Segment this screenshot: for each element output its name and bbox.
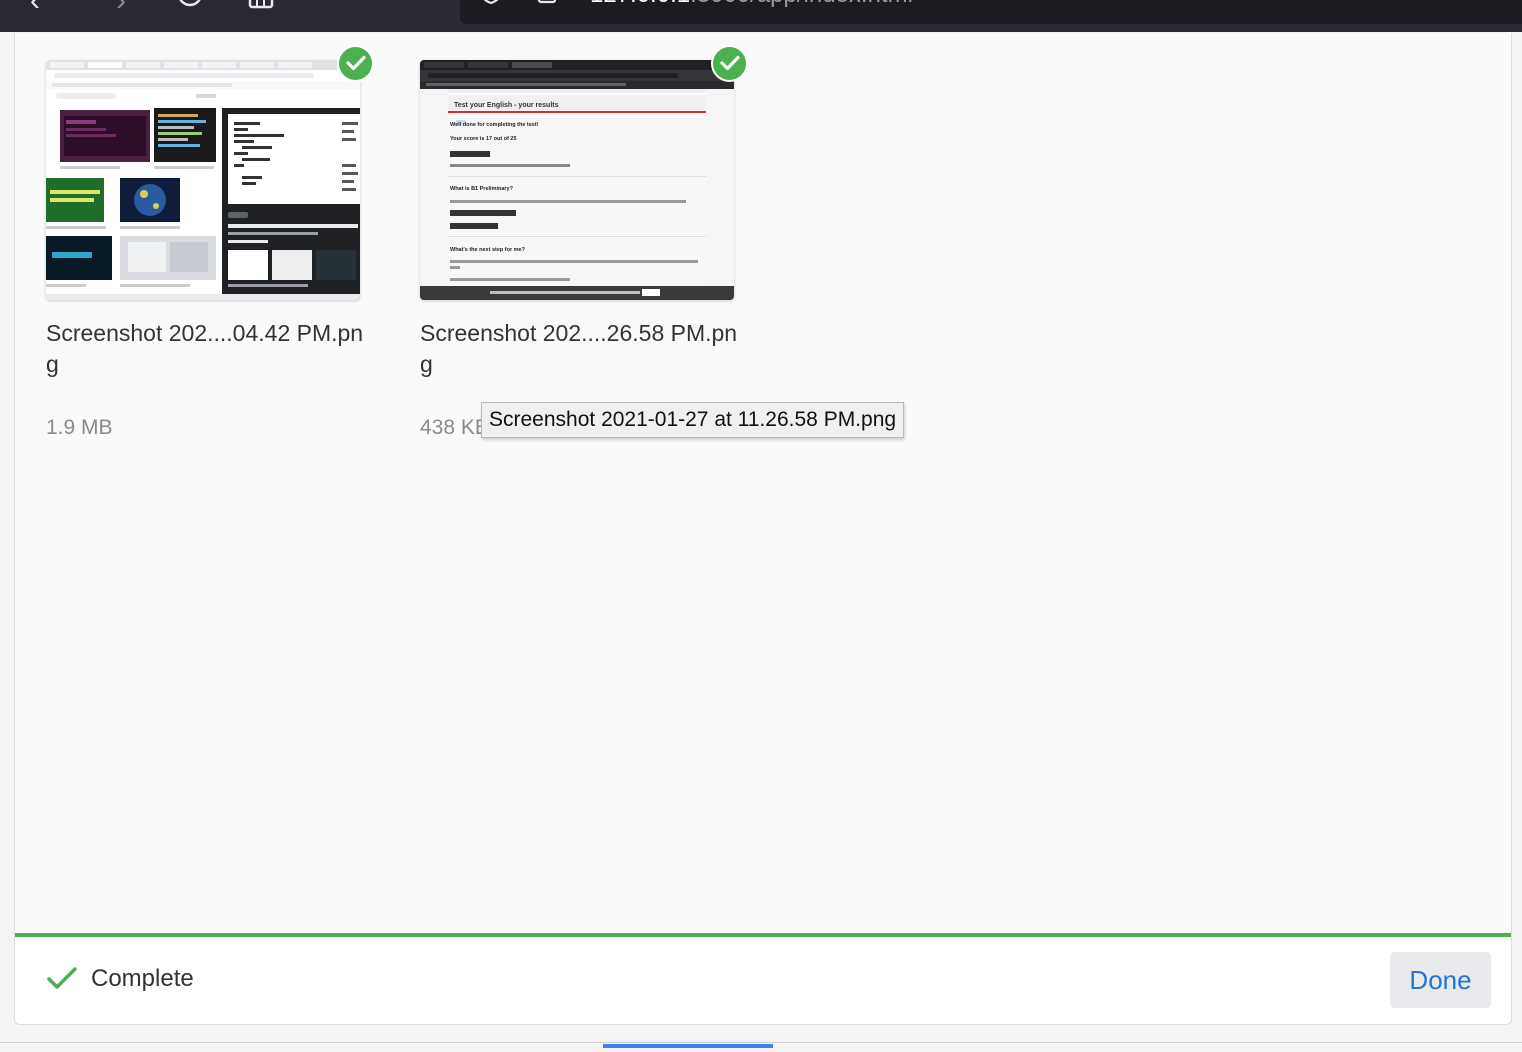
url-path: :3000/app/index.html <box>690 0 913 8</box>
upload-complete-badge <box>337 45 374 82</box>
thumbnail-header: Test your English - your results <box>454 102 559 109</box>
check-icon <box>346 55 366 71</box>
filename-tooltip: Screenshot 2021-01-27 at 11.26.58 PM.png <box>481 402 905 438</box>
url-host: 127.0.0.1 <box>590 0 690 8</box>
url-bar[interactable]: 127.0.0.1:3000/app/index.html <box>460 0 1522 24</box>
thumbnail-image <box>46 60 360 300</box>
done-button[interactable]: Done <box>1390 952 1491 1008</box>
upload-status-bar: Complete Done <box>15 933 1511 1024</box>
file-thumbnail[interactable]: Test your English - your results Well do… <box>420 60 734 300</box>
check-icon <box>720 55 740 71</box>
active-tab-indicator <box>603 1044 773 1048</box>
lock-icon[interactable] <box>536 0 558 4</box>
browser-toolbar: ‹ › 127.0.0.1:3000/app/index.html <box>0 0 1522 32</box>
file-thumbnail[interactable] <box>46 60 360 300</box>
file-name: Screenshot 202....26.58 PM.png <box>420 320 738 377</box>
divider <box>0 1042 1522 1043</box>
url-text[interactable]: 127.0.0.1:3000/app/index.html <box>590 0 913 9</box>
library-icon[interactable] <box>248 0 276 12</box>
status-text: Complete <box>91 965 194 992</box>
thumbnail-image: Test your English - your results Well do… <box>420 60 734 300</box>
file-size: 1.9 MB <box>46 416 113 439</box>
upload-dialog: Screenshot 202....04.42 PM.png 1.9 MB Te… <box>14 33 1512 1025</box>
thumbnail-line1: Well done for completing the test! <box>450 122 539 128</box>
forward-arrow-icon[interactable]: › <box>116 0 126 16</box>
upload-complete-badge <box>711 45 748 82</box>
reload-icon[interactable] <box>176 0 204 12</box>
thumbnail-line2: Your score is 17 out of 25 <box>450 136 517 142</box>
thumbnail-section1: What is B1 Preliminary? <box>450 186 514 192</box>
back-arrow-icon[interactable]: ‹ <box>30 0 40 16</box>
file-size: 438 KB <box>420 416 489 439</box>
file-name: Screenshot 202....04.42 PM.png <box>46 320 364 377</box>
thumbnail-section2: What's the next step for me? <box>450 247 526 253</box>
shield-icon[interactable] <box>480 0 502 4</box>
check-icon <box>47 967 77 989</box>
